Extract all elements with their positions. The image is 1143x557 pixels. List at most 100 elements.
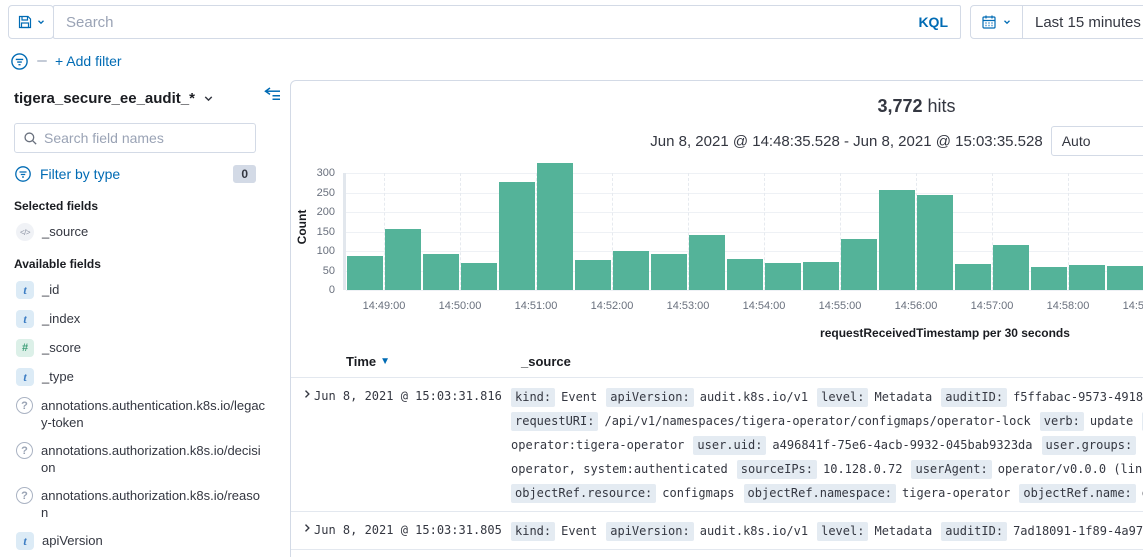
field-key-badge: apiVersion: (606, 522, 693, 541)
x-tick-label: 14:50:00 (426, 300, 494, 312)
field-item-annotations.authentication.k8s.io/legacy-token[interactable]: ?annotations.authentication.k8s.io/legac… (14, 397, 276, 431)
search-input[interactable] (66, 14, 918, 31)
histogram-bar[interactable] (575, 260, 611, 290)
field-value: 10.128.0.72 (823, 462, 902, 476)
filter-icon (14, 165, 32, 183)
y-axis-line (343, 173, 346, 290)
x-tick-label: 14:58:00 (1034, 300, 1102, 312)
y-tick-label: 0 (291, 284, 335, 296)
histogram-bar[interactable] (1069, 265, 1105, 290)
time-range-row: Jun 8, 2021 @ 14:48:35.528 - Jun 8, 2021… (291, 126, 1143, 156)
histogram-bar[interactable] (1031, 267, 1067, 290)
field-item-_source[interactable]: </>_source (14, 223, 276, 241)
fields-sidebar: tigera_secure_ee_audit_* Filter by type … (0, 78, 290, 557)
histogram-bar[interactable] (765, 263, 801, 290)
add-filter-button[interactable]: + Add filter (55, 53, 122, 69)
chevron-down-icon (36, 17, 46, 27)
field-value: operator/v0.0.0 (linu (998, 462, 1143, 476)
field-item-_score[interactable]: #_score (14, 339, 276, 357)
field-item-apiVersion[interactable]: t apiVersion (14, 532, 276, 550)
field-item-_id[interactable]: t _id (14, 281, 276, 299)
histogram-time-range: Jun 8, 2021 @ 14:48:35.528 - Jun 8, 2021… (650, 133, 1042, 150)
histogram-bar[interactable] (537, 163, 573, 290)
source-column-header: _source (521, 354, 571, 369)
field-name: _score (42, 339, 268, 356)
field-value: operator:tigera-operator (511, 438, 684, 452)
histogram-bar[interactable] (727, 259, 763, 290)
field-name: apiVersion (42, 532, 268, 549)
field-name: _index (42, 310, 268, 327)
search-icon (23, 131, 38, 146)
time-range-button[interactable]: Last 15 minutes (1023, 14, 1143, 31)
filter-icon[interactable] (10, 52, 29, 71)
field-name: _id (42, 281, 268, 298)
source-field-icon: </> (16, 223, 34, 241)
collapse-sidebar-icon[interactable] (263, 86, 281, 102)
source-line: requestURI:/api/v1/namespaces/tigera-ope… (511, 409, 1143, 433)
interval-select[interactable]: Auto (1051, 126, 1143, 156)
x-tick-label: 14:55:00 (806, 300, 874, 312)
saved-query-menu-button[interactable] (8, 5, 54, 39)
x-axis-title: requestReceivedTimestamp per 30 seconds (346, 326, 1143, 340)
field-key-badge: verb: (1040, 412, 1084, 431)
filter-by-type-label: Filter by type (40, 166, 225, 182)
y-tick-label: 50 (291, 265, 335, 277)
histogram-bar[interactable] (461, 263, 497, 290)
histogram-bar[interactable] (689, 235, 725, 290)
kql-button[interactable]: KQL (918, 14, 948, 30)
field-search-input[interactable] (44, 130, 247, 146)
hits-count: 3,772 (877, 96, 922, 116)
index-pattern-switcher[interactable]: tigera_secure_ee_audit_* (14, 90, 276, 107)
available-fields-heading: Available fields (14, 257, 276, 271)
hits-label: hits (928, 96, 956, 116)
field-value: Metadata (874, 390, 932, 404)
field-item-annotations.authorization.k8s.io/reason[interactable]: ?annotations.authorization.k8s.io/reason (14, 487, 276, 521)
y-tick-label: 200 (291, 206, 335, 218)
string-field-icon: t (16, 532, 34, 550)
histogram-bar[interactable] (993, 245, 1029, 290)
x-tick-label: 14:52:00 (578, 300, 646, 312)
expand-row-icon[interactable] (291, 519, 314, 534)
discover-main-panel: 3,772 hits Jun 8, 2021 @ 14:48:35.528 - … (290, 80, 1143, 557)
x-tick-label: 14:59:00 (1110, 300, 1143, 312)
string-field-icon: t (16, 281, 34, 299)
field-item-_index[interactable]: t_index (14, 310, 276, 328)
histogram-bar[interactable] (347, 256, 383, 290)
sort-desc-icon: ▼ (380, 356, 390, 367)
histogram-bar[interactable] (917, 195, 953, 290)
field-key-badge: objectRef.name: (1019, 484, 1135, 503)
index-pattern-title: tigera_secure_ee_audit_* (14, 90, 195, 107)
histogram-bar[interactable] (385, 229, 421, 290)
field-value: 7ad18091-1f89-4a97-9 (1013, 524, 1143, 538)
histogram-bar[interactable] (803, 262, 839, 290)
histogram-bar[interactable] (499, 182, 535, 290)
source-line: operator, system:authenticatedsourceIPs:… (511, 457, 1143, 481)
field-key-badge: auditID: (941, 388, 1007, 407)
histogram-bar[interactable] (651, 254, 687, 290)
field-key-badge: apiVersion: (606, 388, 693, 407)
field-value: /api/v1/namespaces/tigera-operator/confi… (604, 414, 1030, 428)
field-value: a496841f-75e6-4acb-9932-045bab9323da (772, 438, 1032, 452)
histogram-bar[interactable] (1107, 266, 1143, 290)
filter-by-type-button[interactable]: Filter by type 0 (14, 165, 256, 183)
time-column-header[interactable]: Time ▼ (346, 354, 521, 369)
quick-select-button[interactable] (971, 6, 1023, 38)
field-name: annotations.authorization.k8s.io/decisio… (41, 442, 267, 476)
expand-row-icon[interactable] (291, 385, 314, 400)
unknown-field-icon: ? (16, 442, 33, 459)
field-key-badge: user.groups: (1042, 436, 1137, 455)
available-fields-list: t_idt_index#_scoret_type?annotations.aut… (14, 281, 276, 557)
field-item-annotations.authorization.k8s.io/decision[interactable]: ? annotations.authorization.k8s.io/decisi… (14, 442, 276, 476)
histogram-bar[interactable] (955, 264, 991, 290)
unknown-field-icon: ? (16, 487, 33, 504)
field-value: operator, system:authenticated (511, 462, 728, 476)
histogram-chart: Count requestReceivedTimestamp per 30 se… (291, 158, 1143, 346)
histogram-bar[interactable] (613, 251, 649, 290)
row-source: kind:EventapiVersion:audit.k8s.io/v1leve… (511, 385, 1143, 505)
field-item-_type[interactable]: t_type (14, 368, 276, 386)
field-key-badge: userAgent: (911, 460, 991, 479)
histogram-bar[interactable] (879, 190, 915, 290)
histogram-bar[interactable] (423, 254, 459, 290)
unknown-field-icon: ? (16, 397, 33, 414)
histogram-bar[interactable] (841, 239, 877, 290)
